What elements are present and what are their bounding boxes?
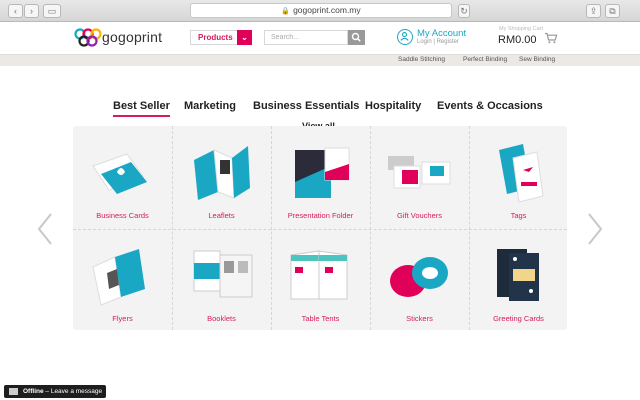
chat-message: Leave a message	[50, 388, 103, 395]
product-label: Tags	[510, 211, 527, 220]
tab-hospitality[interactable]: Hospitality	[365, 100, 421, 112]
search-button[interactable]	[348, 30, 365, 45]
carousel-prev-icon[interactable]	[36, 212, 54, 246]
chat-widget[interactable]: Offline – Leave a message	[4, 385, 106, 398]
cart-total[interactable]: RM0.00	[498, 34, 537, 46]
sidebar-toggle-icon[interactable]: ▭	[43, 4, 61, 18]
chat-status: Offline	[23, 388, 44, 395]
product-label: Greeting Cards	[493, 314, 544, 323]
tabs-icon[interactable]: ⧉	[605, 4, 620, 18]
account-icon[interactable]	[397, 29, 413, 45]
carousel-next-icon[interactable]	[586, 212, 604, 246]
lock-icon: 🔒	[281, 8, 291, 15]
search-input[interactable]: Search...	[264, 30, 348, 45]
product-card-presentation-folder[interactable]: Presentation Folder	[271, 126, 370, 227]
browser-toolbar: ‹ › ▭ 🔒 gogoprint.com.my ↻ ⇪ ⧉	[0, 0, 640, 22]
address-bar[interactable]: 🔒 gogoprint.com.my	[190, 3, 452, 18]
gift-vouchers-image	[388, 156, 451, 189]
product-label: Booklets	[207, 314, 236, 323]
product-card-flyers[interactable]: Flyers	[73, 229, 172, 330]
product-card-gift-vouchers[interactable]: Gift Vouchers	[370, 126, 469, 227]
greeting-cards-image	[497, 249, 539, 301]
product-label: Leaflets	[208, 211, 235, 220]
flyers-image	[92, 249, 145, 306]
site-logo[interactable]: gogoprint	[74, 27, 184, 49]
chevron-down-icon: ⌄	[237, 30, 252, 45]
products-dropdown[interactable]: Products ⌄	[190, 30, 252, 45]
url-text: gogoprint.com.my	[293, 5, 361, 15]
reload-icon[interactable]: ↻	[458, 4, 470, 18]
product-card-stickers[interactable]: Stickers	[370, 229, 469, 330]
product-card-business-cards[interactable]: Business Cards	[73, 126, 172, 227]
tab-events-occasions[interactable]: Events & Occasions	[437, 100, 543, 112]
stickers-image	[390, 257, 448, 297]
share-icon[interactable]: ⇪	[586, 4, 601, 18]
subnav-item[interactable]: Sew Binding	[519, 55, 555, 64]
tab-business-essentials[interactable]: Business Essentials	[253, 100, 359, 112]
subnav-bar: Saddle Stitching Perfect Binding Sew Bin…	[0, 54, 640, 66]
product-card-greeting-cards[interactable]: Greeting Cards	[469, 229, 568, 330]
product-label: Flyers	[112, 314, 133, 323]
product-card-leaflets[interactable]: Leaflets	[172, 126, 271, 227]
search-placeholder: Search...	[271, 34, 300, 41]
logo-mark-icon	[74, 28, 102, 47]
tags-image	[499, 144, 544, 203]
table-tents-image	[290, 250, 348, 300]
products-label: Products	[198, 33, 233, 42]
cart-icon[interactable]	[544, 32, 558, 44]
presentation-folder-image	[295, 147, 350, 198]
leaflets-image	[194, 146, 250, 200]
product-label: Stickers	[406, 314, 433, 323]
product-label: Table Tents	[301, 314, 340, 323]
login-register-link[interactable]: Login | Register	[417, 39, 459, 45]
subnav-item[interactable]: Perfect Binding	[463, 55, 507, 64]
back-button[interactable]: ‹	[8, 4, 23, 18]
product-label: Presentation Folder	[287, 211, 354, 220]
product-label: Business Cards	[96, 211, 149, 220]
envelope-icon	[9, 388, 18, 395]
search-icon	[351, 32, 361, 42]
tab-marketing[interactable]: Marketing	[184, 100, 236, 112]
product-card-table-tents[interactable]: Table Tents	[271, 229, 370, 330]
cart-label: My Shopping Cart	[499, 26, 544, 32]
product-card-booklets[interactable]: Booklets	[172, 229, 271, 330]
business-cards-image	[92, 153, 147, 194]
logo-text: gogoprint	[102, 29, 163, 45]
product-label: Gift Vouchers	[396, 211, 443, 220]
subnav-item[interactable]: Saddle Stitching	[398, 55, 445, 64]
product-card-tags[interactable]: Tags	[469, 126, 568, 227]
my-account-link[interactable]: My Account	[417, 28, 466, 39]
forward-button[interactable]: ›	[24, 4, 39, 18]
tab-best-seller[interactable]: Best Seller	[113, 100, 170, 117]
booklets-image	[193, 250, 253, 298]
